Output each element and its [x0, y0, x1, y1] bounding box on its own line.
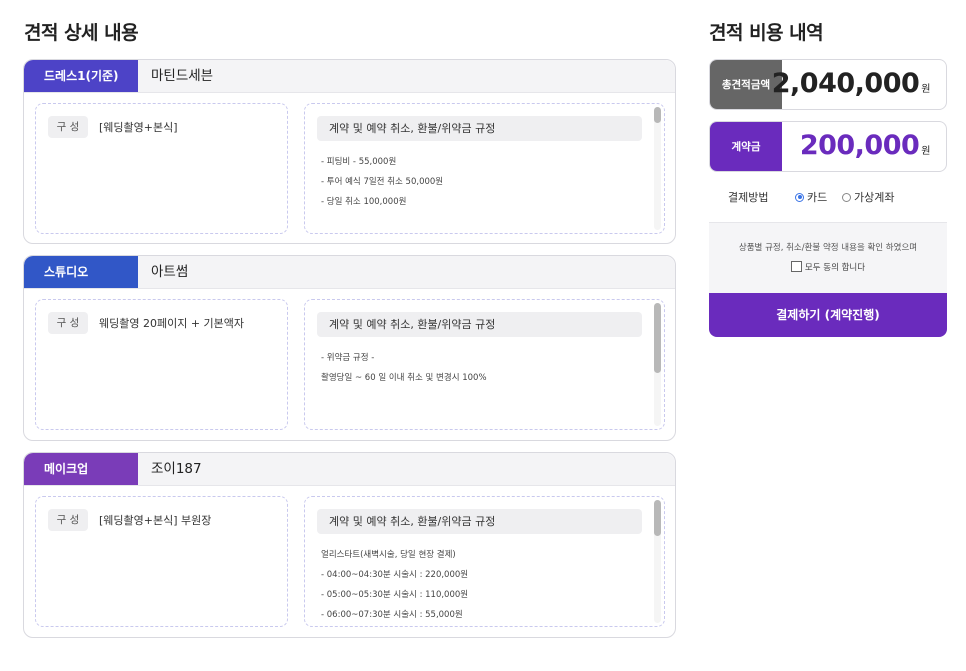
policy-line: 촬영당일 ~ 60 일 이내 취소 및 변경시 100% — [321, 373, 487, 383]
card-header: 스튜디오 아트썸 — [24, 256, 675, 289]
policy-line: 얼리스타트(새벽시술, 당일 현장 결제) — [321, 550, 456, 560]
agreement-notice: 상품별 규정, 취소/환불 약정 내용을 확인 하였으며 — [738, 243, 918, 253]
deposit-value: 200,000 — [799, 130, 920, 161]
composition-label: 구 성 — [48, 116, 88, 138]
policy-title: 계약 및 예약 취소, 환불/위약금 규정 — [317, 312, 642, 337]
scrollbar-thumb[interactable] — [654, 107, 661, 123]
deposit-amount-box: 계약금 200,000 원 — [709, 121, 947, 172]
category-tag: 드레스1(기준) — [24, 60, 138, 92]
composition-label: 구 성 — [48, 312, 88, 334]
payment-option-label: 카드 — [807, 191, 828, 204]
composition-label: 구 성 — [48, 509, 88, 531]
vendor-name: 조이187 — [151, 461, 202, 477]
right-section-title: 견적 비용 내역 — [709, 22, 824, 44]
policy-line: - 피팅비 - 55,000원 — [321, 157, 397, 167]
payment-method-row: 결제방법 카드 가상계좌 — [709, 185, 947, 207]
composition-pane: 구 성 웨딩촬영 20페이지 + 기본액자 — [35, 299, 288, 430]
policy-scrollbar[interactable] — [654, 500, 661, 623]
vendor-name: 마틴드세븐 — [151, 68, 214, 84]
total-amount: 2,040,000 원 — [771, 68, 931, 99]
card-header: 메이크업 조이187 — [24, 453, 675, 486]
composition-text: [웨딩촬영+본식] 부원장 — [99, 514, 212, 527]
composition-text: [웨딩촬영+본식] — [99, 121, 178, 134]
policy-pane[interactable]: 계약 및 예약 취소, 환불/위약금 규정 - 위약금 규정 - 촬영당일 ~ … — [304, 299, 665, 430]
agreement-box: 상품별 규정, 취소/환불 약정 내용을 확인 하였으며 모두 동의 합니다 — [709, 222, 947, 293]
scrollbar-thumb[interactable] — [654, 303, 661, 373]
policy-title: 계약 및 예약 취소, 환불/위약금 규정 — [317, 116, 642, 141]
radio-unselected-icon[interactable] — [842, 192, 851, 202]
scrollbar-thumb[interactable] — [654, 500, 661, 536]
composition-pane: 구 성 [웨딩촬영+본식] 부원장 — [35, 496, 288, 627]
policy-scrollbar[interactable] — [654, 107, 661, 230]
agreement-checkbox-row[interactable]: 모두 동의 합니다 — [709, 261, 947, 273]
policy-line: - 05:00~05:30분 시술시 : 110,000원 — [321, 590, 469, 600]
composition-pane: 구 성 [웨딩촬영+본식] — [35, 103, 288, 234]
card-header: 드레스1(기준) 마틴드세븐 — [24, 60, 675, 93]
policy-line: - 06:00~07:30분 시술시 : 55,000원 — [321, 610, 463, 620]
policy-line: - 위약금 규정 - — [321, 353, 375, 363]
deposit-label: 계약금 — [710, 122, 782, 171]
total-amount-box: 총견적금액 2,040,000 원 — [709, 59, 947, 110]
pay-button[interactable]: 결제하기 (계약진행) — [709, 293, 947, 337]
policy-line: - 당일 취소 100,000원 — [321, 197, 407, 207]
radio-selected-icon[interactable] — [795, 192, 804, 202]
total-unit: 원 — [921, 84, 930, 95]
total-value: 2,040,000 — [771, 68, 920, 99]
deposit-amount: 200,000 원 — [799, 130, 931, 161]
deposit-unit: 원 — [921, 146, 930, 157]
policy-line: - 04:00~04:30분 시술시 : 220,000원 — [321, 570, 469, 580]
category-tag: 메이크업 — [24, 453, 138, 485]
policy-scrollbar[interactable] — [654, 303, 661, 426]
payment-method-label: 결제방법 — [728, 191, 769, 204]
checkbox-icon[interactable] — [790, 261, 802, 272]
category-tag: 스튜디오 — [24, 256, 138, 288]
quote-card-dress: 드레스1(기준) 마틴드세븐 구 성 [웨딩촬영+본식] 계약 및 예약 취소,… — [23, 59, 676, 244]
policy-line: - 투어 예식 7일전 취소 50,000원 — [321, 177, 444, 187]
composition-text: 웨딩촬영 20페이지 + 기본액자 — [99, 317, 245, 330]
quote-card-makeup: 메이크업 조이187 구 성 [웨딩촬영+본식] 부원장 계약 및 예약 취소,… — [23, 452, 676, 638]
payment-option-label: 가상계좌 — [854, 191, 895, 204]
agreement-checkbox-label: 모두 동의 합니다 — [804, 263, 866, 273]
policy-title: 계약 및 예약 취소, 환불/위약금 규정 — [317, 509, 642, 534]
policy-pane[interactable]: 계약 및 예약 취소, 환불/위약금 규정 얼리스타트(새벽시술, 당일 현장 … — [304, 496, 665, 627]
policy-pane[interactable]: 계약 및 예약 취소, 환불/위약금 규정 - 피팅비 - 55,000원 - … — [304, 103, 665, 234]
quote-card-studio: 스튜디오 아트썸 구 성 웨딩촬영 20페이지 + 기본액자 계약 및 예약 취… — [23, 255, 676, 441]
payment-option-card[interactable]: 카드 — [795, 189, 827, 205]
payment-option-virtual-account[interactable]: 가상계좌 — [842, 189, 894, 205]
vendor-name: 아트썸 — [151, 264, 189, 280]
left-section-title: 견적 상세 내용 — [24, 22, 139, 44]
